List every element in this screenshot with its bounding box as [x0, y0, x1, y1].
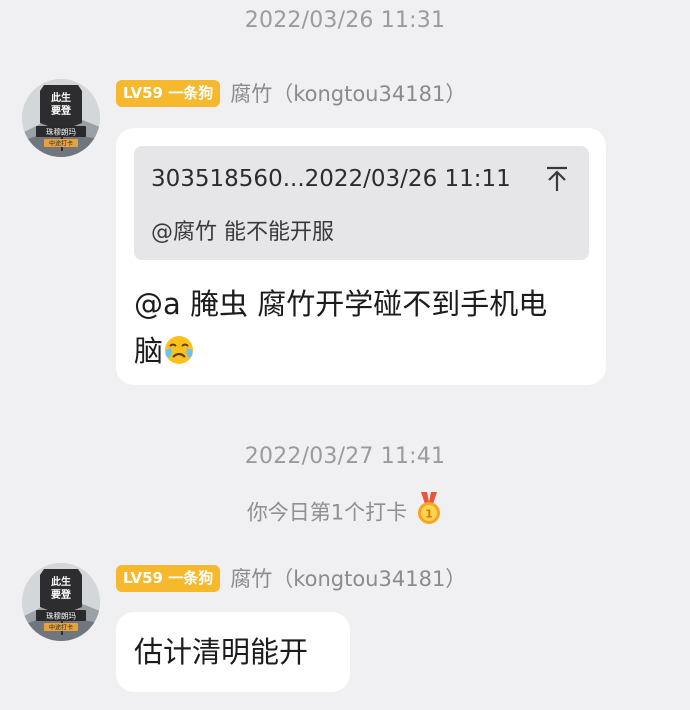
checkin-text: 你今日第1个打卡 [246, 500, 408, 525]
sender-info: LV59 一条狗 腐竹（kongtou34181） [116, 563, 466, 593]
avatar-text-bottom: 珠穆朗玛 [46, 611, 76, 621]
avatar[interactable]: 此生 要登 珠穆朗玛 中途打卡 [22, 563, 100, 641]
avatar-badge-icon: 此生 要登 珠穆朗玛 中途打卡 [22, 563, 100, 641]
avatar-badge-icon: 此生 要登 珠穆朗玛 中途打卡 [22, 79, 100, 157]
message-bubble[interactable]: 估计清明能开 [116, 612, 350, 692]
quote-header: 303518560...2022/03/26 11:11 [151, 166, 511, 192]
sender-info: LV59 一条狗 腐竹（kongtou34181） [116, 78, 466, 108]
crying-face-emoji [163, 333, 195, 380]
avatar[interactable]: 此生 要登 珠穆朗玛 中途打卡 [22, 79, 100, 157]
message-timestamp: 2022/03/27 11:41 [244, 444, 446, 469]
avatar-text-mid: 要登 [51, 588, 72, 601]
pin-top-icon[interactable] [545, 166, 569, 192]
level-badge: LV59 一条狗 [116, 564, 221, 592]
avatar-text-mid: 要登 [51, 104, 72, 117]
medal-number: 1 [425, 508, 433, 521]
message-text: 估计清明能开 [134, 635, 309, 669]
medal-icon: 1 [415, 492, 443, 531]
quote-body: @腐竹 能不能开服 [151, 220, 334, 245]
avatar-text-bottom: 珠穆朗玛 [46, 127, 76, 137]
avatar-text-tag: 中途打卡 [49, 140, 73, 148]
avatar-text-top: 此生 [51, 575, 71, 588]
chat-window: 2022/03/26 11:31 此生 要登 珠穆朗玛 中途打卡 LV59 一条… [0, 0, 690, 710]
message-bubble[interactable]: 303518560...2022/03/26 11:11 @腐竹 能不能开服 @… [116, 128, 606, 385]
message-text-line-2-text: 脑 [134, 334, 164, 368]
avatar-text-tag: 中途打卡 [49, 624, 73, 632]
message-text-line-1: @a 腌虫 腐竹开学碰不到手机电 [134, 287, 548, 321]
avatar-text-top: 此生 [51, 91, 71, 104]
message-timestamp: 2022/03/26 11:31 [244, 8, 446, 33]
checkin-notice: 你今日第1个打卡 1 [0, 492, 690, 531]
level-badge: LV59 一条狗 [116, 79, 221, 107]
sender-name[interactable]: 腐竹（kongtou34181） [230, 78, 466, 108]
quoted-message[interactable]: 303518560...2022/03/26 11:11 @腐竹 能不能开服 [134, 146, 589, 260]
sender-name[interactable]: 腐竹（kongtou34181） [230, 563, 466, 593]
message-text-line-2: 脑 [134, 328, 594, 380]
message-text: @a 腌虫 腐竹开学碰不到手机电 脑 [134, 281, 594, 380]
